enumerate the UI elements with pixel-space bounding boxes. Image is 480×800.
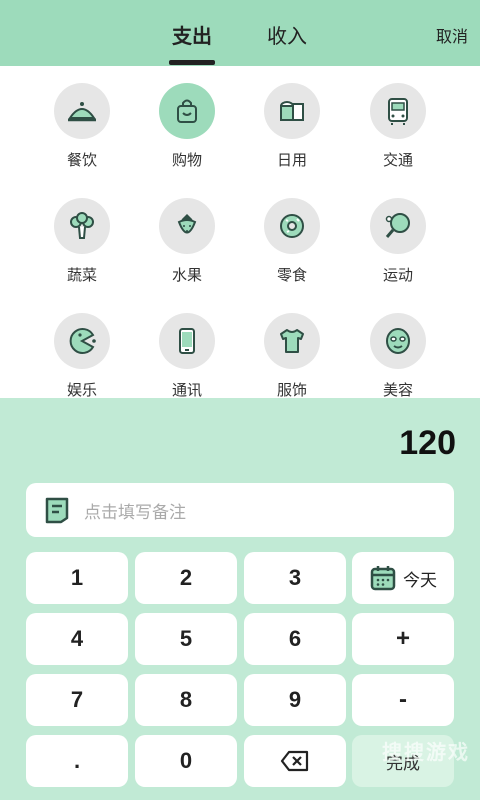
category-label: 娱乐 (66, 381, 97, 398)
phone-icon (159, 313, 215, 369)
broccoli-icon (54, 198, 110, 254)
amount-display: 120 (399, 424, 456, 462)
cancel-button[interactable]: 取消 (436, 23, 468, 47)
key-3[interactable]: 3 (244, 552, 346, 604)
key-6[interactable]: 6 (244, 613, 346, 665)
toilet-paper-icon (264, 83, 320, 139)
category-label: 餐饮 (66, 151, 97, 169)
category-label: 购物 (171, 151, 202, 169)
category-label: 日用 (276, 151, 307, 169)
category-communication[interactable]: 通讯 (137, 313, 237, 398)
keypad-panel: 120 点击填写备注 1 2 3 今天 4 5 6 + 7 8 9 - . 0 … (0, 398, 480, 800)
decimal-key[interactable]: . (26, 735, 128, 787)
backspace-icon (280, 750, 309, 772)
tab-expense[interactable]: 支出 (162, 20, 222, 49)
category-daily[interactable]: 日用 (242, 83, 342, 170)
category-clothing[interactable]: 服饰 (242, 313, 342, 398)
category-label: 美容 (382, 381, 413, 398)
watermark: 搜搜游戏 (382, 740, 470, 764)
key-7[interactable]: 7 (26, 674, 128, 726)
key-2[interactable]: 2 (135, 552, 237, 604)
category-snacks[interactable]: 零食 (242, 198, 342, 285)
category-sports[interactable]: 运动 (348, 198, 448, 285)
food-cloche-icon (54, 83, 110, 139)
strawberry-icon (159, 198, 215, 254)
minus-key[interactable]: - (352, 674, 454, 726)
donut-icon (264, 198, 320, 254)
shopping-bag-icon (159, 83, 215, 139)
category-vegetables[interactable]: 蔬菜 (32, 198, 132, 285)
ping-pong-icon (370, 198, 426, 254)
category-food[interactable]: 餐饮 (32, 83, 132, 170)
key-5[interactable]: 5 (135, 613, 237, 665)
top-bar: 支出 收入 取消 (0, 0, 480, 66)
category-beauty[interactable]: 美容 (348, 313, 448, 398)
key-4[interactable]: 4 (26, 613, 128, 665)
note-icon (45, 497, 69, 524)
category-transport[interactable]: 交通 (348, 83, 448, 170)
face-mask-icon (370, 313, 426, 369)
date-button[interactable]: 今天 (352, 552, 454, 604)
pacman-icon (54, 313, 110, 369)
category-label: 通讯 (171, 381, 202, 398)
category-fruit[interactable]: 水果 (137, 198, 237, 285)
key-9[interactable]: 9 (244, 674, 346, 726)
plus-key[interactable]: + (352, 613, 454, 665)
date-label: 今天 (403, 570, 437, 591)
key-1[interactable]: 1 (26, 552, 128, 604)
category-entertainment[interactable]: 娱乐 (32, 313, 132, 398)
category-label: 运动 (382, 266, 413, 284)
tab-income[interactable]: 收入 (257, 20, 317, 49)
category-label: 交通 (382, 151, 413, 169)
key-0[interactable]: 0 (135, 735, 237, 787)
active-tab-indicator (169, 60, 215, 65)
category-shopping[interactable]: 购物 (137, 83, 237, 170)
key-8[interactable]: 8 (135, 674, 237, 726)
category-label: 零食 (276, 266, 307, 284)
category-label: 蔬菜 (66, 266, 97, 284)
note-placeholder: 点击填写备注 (84, 502, 186, 523)
category-label: 服饰 (276, 381, 307, 398)
note-field[interactable]: 点击填写备注 (26, 483, 454, 537)
tshirt-icon (264, 313, 320, 369)
category-grid: 餐饮 购物 日用 交通 蔬菜 水果 零食 运动 娱乐 通讯 服饰 美容 (0, 66, 480, 398)
bus-icon (370, 83, 426, 139)
backspace-key[interactable] (244, 735, 346, 787)
calendar-icon (370, 566, 396, 591)
category-label: 水果 (171, 266, 202, 284)
